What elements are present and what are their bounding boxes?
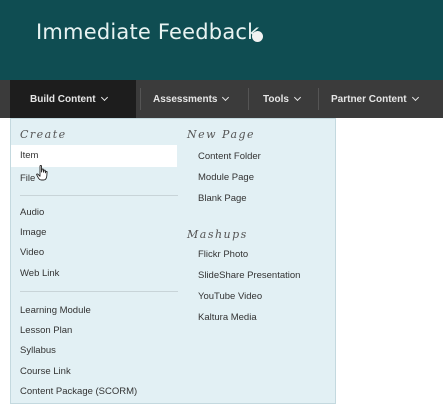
build-content-menu[interactable]: Build Content xyxy=(10,80,136,118)
menu-item-label: Item xyxy=(20,150,39,161)
partner-content-menu[interactable]: Partner Content xyxy=(331,80,419,118)
menu-item-blank-page[interactable]: Blank Page xyxy=(198,192,247,206)
assessments-menu[interactable]: Assessments xyxy=(153,80,230,118)
menu-item-image[interactable]: Image xyxy=(20,226,46,240)
chevron-down-icon xyxy=(222,93,230,102)
menu-item-content-folder[interactable]: Content Folder xyxy=(198,150,261,164)
partner-content-label: Partner Content xyxy=(331,93,407,105)
build-content-dropdown: Create Item File Audio Image Video Web L… xyxy=(10,118,336,404)
create-section-title: Create xyxy=(20,128,67,141)
build-content-label: Build Content xyxy=(30,93,96,105)
tools-menu[interactable]: Tools xyxy=(263,80,301,118)
nav-divider xyxy=(248,88,249,110)
menu-item-syllabus[interactable]: Syllabus xyxy=(20,344,56,358)
nav-divider xyxy=(140,88,141,110)
menu-item-content-package[interactable]: Content Package (SCORM) xyxy=(20,385,137,399)
chevron-down-icon xyxy=(293,93,301,102)
assessments-label: Assessments xyxy=(153,93,218,105)
menu-item-video[interactable]: Video xyxy=(20,246,44,260)
menu-item-flickr-photo[interactable]: Flickr Photo xyxy=(198,248,248,262)
new-page-section-title: New Page xyxy=(187,128,256,141)
menu-item-web-link[interactable]: Web Link xyxy=(20,267,59,281)
menu-item-lesson-plan[interactable]: Lesson Plan xyxy=(20,324,72,338)
menu-item-slideshare[interactable]: SlideShare Presentation xyxy=(198,269,300,283)
menu-item-file[interactable]: File xyxy=(20,172,35,186)
menu-item-kaltura-media[interactable]: Kaltura Media xyxy=(198,311,257,325)
hand-cursor-icon xyxy=(36,165,48,181)
menu-item-module-page[interactable]: Module Page xyxy=(198,171,254,185)
menu-item-audio[interactable]: Audio xyxy=(20,206,44,220)
tools-label: Tools xyxy=(263,93,289,105)
course-title: Immediate Feedback xyxy=(36,20,260,44)
menu-item-learning-module[interactable]: Learning Module xyxy=(20,304,91,318)
status-dot-icon xyxy=(252,31,263,42)
content-navbar: Build Content Assessments Tools Partner … xyxy=(0,80,443,118)
course-header: Immediate Feedback xyxy=(0,0,443,80)
menu-divider xyxy=(20,291,178,292)
menu-item-youtube-video[interactable]: YouTube Video xyxy=(198,290,262,304)
menu-item-course-link[interactable]: Course Link xyxy=(20,365,71,379)
menu-item-item[interactable]: Item xyxy=(11,145,177,167)
chevron-down-icon xyxy=(100,93,108,102)
chevron-down-icon xyxy=(411,93,419,102)
menu-divider xyxy=(20,195,178,196)
mashups-section-title: Mashups xyxy=(187,228,248,241)
nav-divider xyxy=(318,88,319,110)
